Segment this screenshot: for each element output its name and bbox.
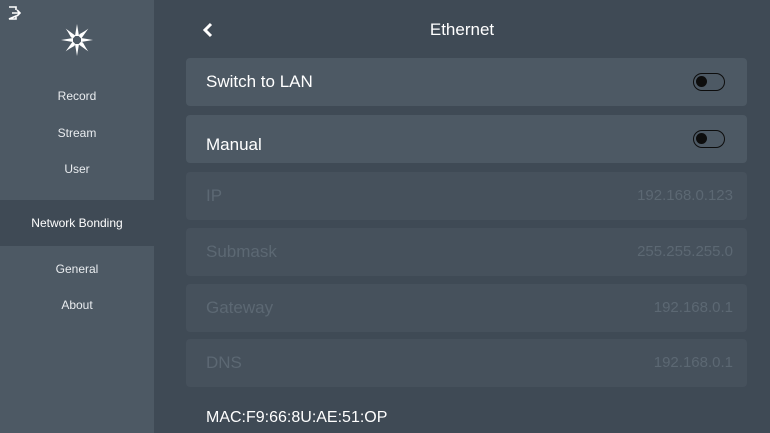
sidebar-item-about[interactable]: About: [0, 298, 154, 312]
sidebar-item-general[interactable]: General: [0, 262, 154, 276]
manual-toggle[interactable]: [693, 130, 725, 148]
switch-to-lan-toggle[interactable]: [693, 73, 725, 91]
toggle-knob: [696, 76, 707, 87]
mac-address: MAC:F9:66:8U:AE:51:OP: [206, 409, 388, 426]
sidebar: Record Stream User Network Bonding Gener…: [0, 0, 154, 433]
dns-label: DNS: [206, 353, 242, 372]
manual-label: Manual: [206, 135, 262, 154]
dns-value: 192.168.0.1: [653, 354, 733, 371]
dns-field: DNS 192.168.0.1: [186, 339, 747, 387]
sidebar-item-label: Network Bonding: [31, 216, 123, 230]
page-title: Ethernet: [429, 20, 495, 39]
submask-field: Submask 255.255.255.0: [186, 228, 747, 276]
sidebar-item-network-bonding[interactable]: Network Bonding: [0, 200, 154, 246]
submask-value: 255.255.255.0: [637, 243, 733, 260]
switch-to-lan-row: Switch to LAN: [186, 58, 747, 106]
ip-value: 192.168.0.123: [637, 187, 733, 204]
sidebar-item-stream[interactable]: Stream: [0, 126, 154, 140]
switch-to-lan-label: Switch to LAN: [206, 72, 313, 91]
ip-label: IP: [206, 186, 223, 205]
main-panel: Ethernet Switch to LAN Manual IP 192.168…: [154, 0, 770, 433]
sidebar-item-record[interactable]: Record: [0, 89, 154, 103]
exit-icon[interactable]: [7, 6, 21, 20]
ip-field: IP 192.168.0.123: [186, 172, 747, 220]
gateway-value: 192.168.0.1: [653, 299, 733, 316]
manual-row: Manual: [186, 115, 747, 163]
snowflake-logo-icon: [61, 24, 93, 56]
sidebar-item-user[interactable]: User: [0, 162, 154, 176]
gateway-label: Gateway: [206, 298, 274, 317]
toggle-knob: [696, 133, 707, 144]
gateway-field: Gateway 192.168.0.1: [186, 284, 747, 332]
submask-label: Submask: [206, 242, 277, 261]
